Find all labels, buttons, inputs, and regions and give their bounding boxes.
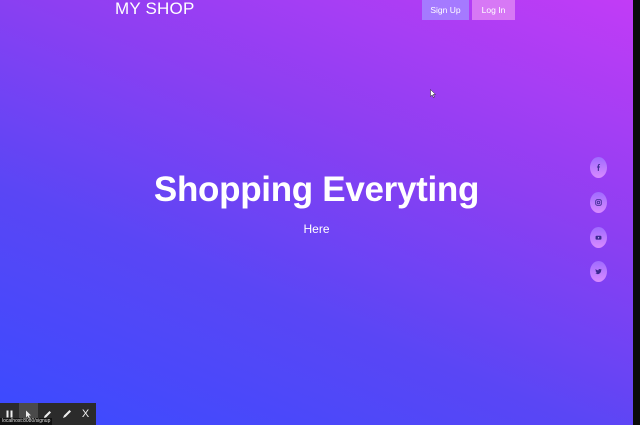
brand-logo[interactable]: MY SHOP: [115, 0, 195, 19]
highlighter-tool-button[interactable]: [57, 403, 76, 425]
youtube-icon: [595, 235, 602, 240]
sign-up-button[interactable]: Sign Up: [422, 0, 469, 20]
facebook-icon: [596, 164, 601, 171]
window-edge: [633, 0, 640, 425]
status-url-tooltip: localhost:8080/signup: [0, 418, 53, 425]
highlighter-icon: [62, 410, 71, 418]
hero-subtitle: Here: [303, 222, 330, 236]
facebook-link[interactable]: [590, 157, 607, 178]
twitter-icon: [595, 268, 602, 275]
twitter-link[interactable]: [590, 261, 607, 282]
close-recorder-button[interactable]: X: [76, 403, 95, 425]
instagram-link[interactable]: [590, 192, 607, 213]
hero-title: Shopping Everyting: [153, 170, 480, 209]
youtube-link[interactable]: [590, 227, 607, 248]
page-background: MY SHOP Sign Up Log In Shopping Everytin…: [0, 0, 633, 425]
mouse-cursor-icon: [430, 89, 436, 98]
log-in-button[interactable]: Log In: [472, 0, 515, 20]
instagram-icon: [595, 199, 602, 206]
pause-icon: [6, 410, 13, 418]
